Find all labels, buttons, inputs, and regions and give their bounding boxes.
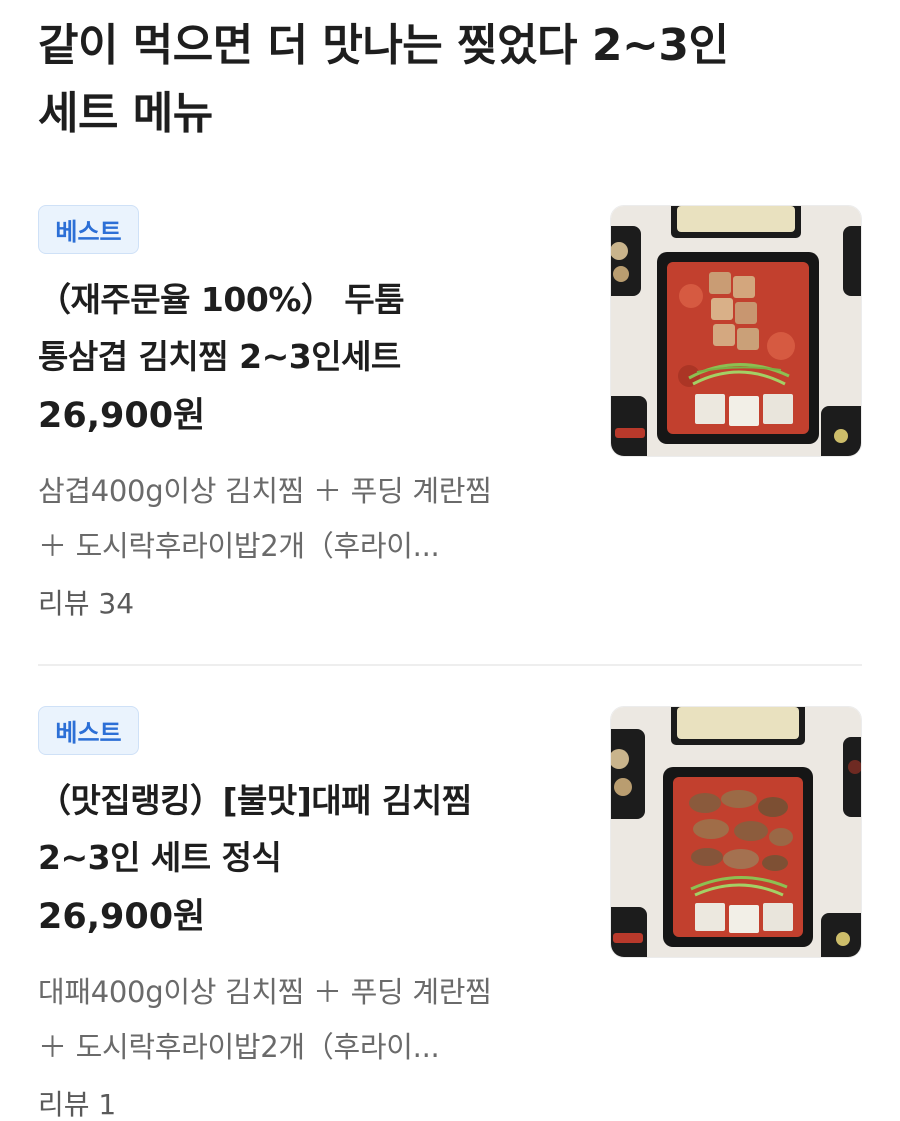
menu-item-card[interactable]: 베스트 （맛집랭킹）[불맛]대패 김치찜 2~3인 세트 정식 26,900원 … [38,706,862,1121]
item-name-line2: 통삼겹 김치찜 2~3인세트 [38,337,401,376]
best-badge: 베스트 [38,205,139,254]
review-count: 리뷰 1 [38,1088,117,1121]
section-title-line2: 세트 메뉴 [38,88,213,139]
item-description: 대패400g이상 김치찜 ＋ 푸딩 계란찜 ＋ 도시락후라이밥2개（후라이... [38,965,578,1075]
kimchi-jjim-sliced-pork-photo[interactable] [610,706,862,958]
section-title-line1: 같이 먹으면 더 맛나는 찢었다 2~3인 [38,20,729,71]
item-name-line2: 2~3인 세트 정식 [38,838,282,877]
item-name-line1: （맛집랭킹）[불맛]대패 김치찜 [38,781,472,820]
food-photo-illustration [611,206,861,456]
menu-item-card[interactable]: 베스트 （재주문율 100%） 두툼 통삼겹 김치찜 2~3인세트 26,900… [38,205,862,665]
item-description-line1: 삼겹400g이상 김치찜 ＋ 푸딩 계란찜 [38,474,492,508]
item-description-line1: 대패400g이상 김치찜 ＋ 푸딩 계란찜 [38,975,492,1009]
item-description-line2: ＋ 도시락후라이밥2개（후라이... [38,1030,440,1064]
item-name: （맛집랭킹）[불맛]대패 김치찜 2~3인 세트 정식 [38,772,578,886]
item-name-line1: （재주문율 100%） 두툼 [38,280,405,319]
item-name: （재주문율 100%） 두툼 통삼겹 김치찜 2~3인세트 [38,271,578,385]
food-photo-illustration [611,707,861,957]
review-count: 리뷰 34 [38,587,135,620]
item-divider [38,664,862,666]
item-price: 26,900원 [38,897,206,937]
item-price: 26,900원 [38,396,206,436]
best-badge: 베스트 [38,706,139,755]
section-title: 같이 먹으면 더 맛나는 찢었다 2~3인 세트 메뉴 [38,12,838,148]
kimchi-jjim-pork-belly-photo[interactable] [610,205,862,457]
item-description: 삼겹400g이상 김치찜 ＋ 푸딩 계란찜 ＋ 도시락후라이밥2개（후라이... [38,464,578,574]
item-description-line2: ＋ 도시락후라이밥2개（후라이... [38,529,440,563]
